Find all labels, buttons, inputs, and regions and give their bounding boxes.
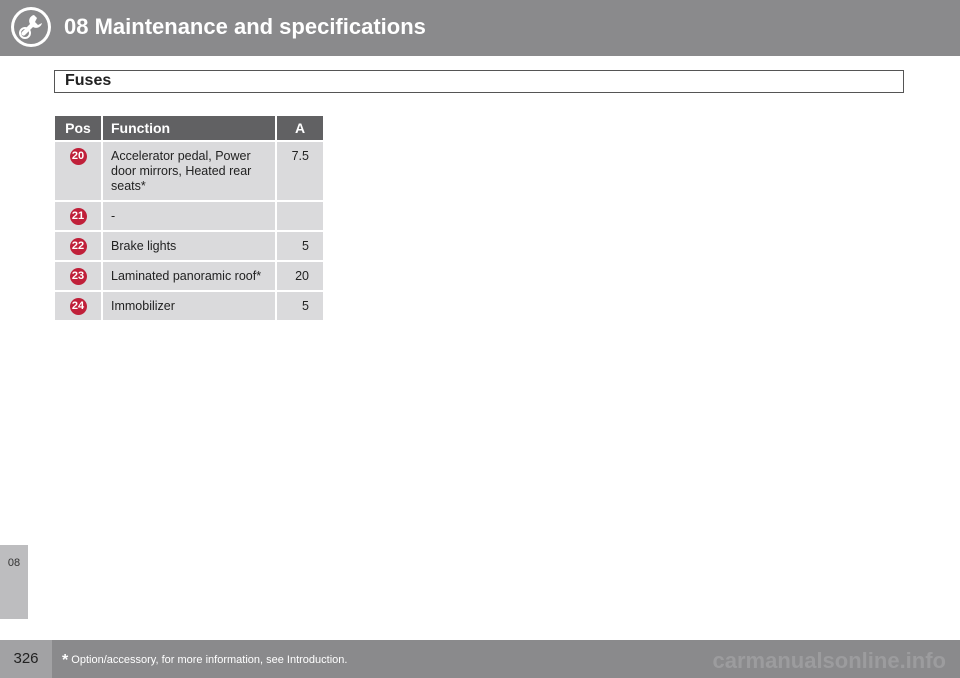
footnote: * Option/accessory, for more information… bbox=[62, 652, 347, 670]
page-footer: 326 * Option/accessory, for more informa… bbox=[0, 640, 960, 678]
page-number: 326 bbox=[0, 640, 52, 678]
footnote-text: Option/accessory, for more information, … bbox=[71, 654, 348, 666]
wrench-gear-icon bbox=[10, 6, 52, 48]
pos-cell: 20 bbox=[55, 142, 101, 200]
table-row: 21 - bbox=[55, 202, 323, 230]
table-row: 24 Immobilizer 5 bbox=[55, 292, 323, 320]
chapter-side-tab: 08 bbox=[0, 545, 28, 619]
function-cell: Accelerator pedal, Power door mirrors, H… bbox=[103, 142, 275, 200]
chapter-side-tab-label: 08 bbox=[7, 557, 21, 569]
amps-cell: 5 bbox=[277, 292, 323, 320]
chapter-title: 08 Maintenance and specifications bbox=[64, 14, 426, 39]
table-row: 20 Accelerator pedal, Power door mirrors… bbox=[55, 142, 323, 200]
chapter-header: 08 Maintenance and specifications bbox=[0, 0, 960, 56]
function-cell: Immobilizer bbox=[103, 292, 275, 320]
table-row: 23 Laminated panoramic roof* 20 bbox=[55, 262, 323, 290]
function-cell: Brake lights bbox=[103, 232, 275, 260]
column-header-amps: A bbox=[277, 116, 323, 140]
position-number-badge: 22 bbox=[69, 238, 87, 255]
amps-cell: 5 bbox=[277, 232, 323, 260]
function-cell: Laminated panoramic roof* bbox=[103, 262, 275, 290]
section-title: Fuses bbox=[65, 72, 112, 89]
watermark: carmanualsonline.info bbox=[712, 648, 947, 673]
footnote-star: * bbox=[62, 652, 69, 669]
table-row: 22 Brake lights 5 bbox=[55, 232, 323, 260]
amps-cell: 7.5 bbox=[277, 142, 323, 200]
fuses-table: Pos Function A 20 Accelerator pedal, Pow… bbox=[53, 114, 325, 322]
section-heading-bar: Fuses bbox=[54, 70, 904, 93]
pos-cell: 24 bbox=[55, 292, 101, 320]
amps-cell: 20 bbox=[277, 262, 323, 290]
pos-cell: 21 bbox=[55, 202, 101, 230]
column-header-function: Function bbox=[103, 116, 275, 140]
position-number-badge: 21 bbox=[69, 208, 87, 225]
amps-cell bbox=[277, 202, 323, 230]
column-header-pos: Pos bbox=[55, 116, 101, 140]
position-number-badge: 23 bbox=[69, 268, 87, 285]
pos-cell: 22 bbox=[55, 232, 101, 260]
position-number-badge: 24 bbox=[69, 298, 87, 315]
pos-cell: 23 bbox=[55, 262, 101, 290]
function-cell: - bbox=[103, 202, 275, 230]
position-number-badge: 20 bbox=[69, 148, 87, 165]
table-header-row: Pos Function A bbox=[55, 116, 323, 140]
